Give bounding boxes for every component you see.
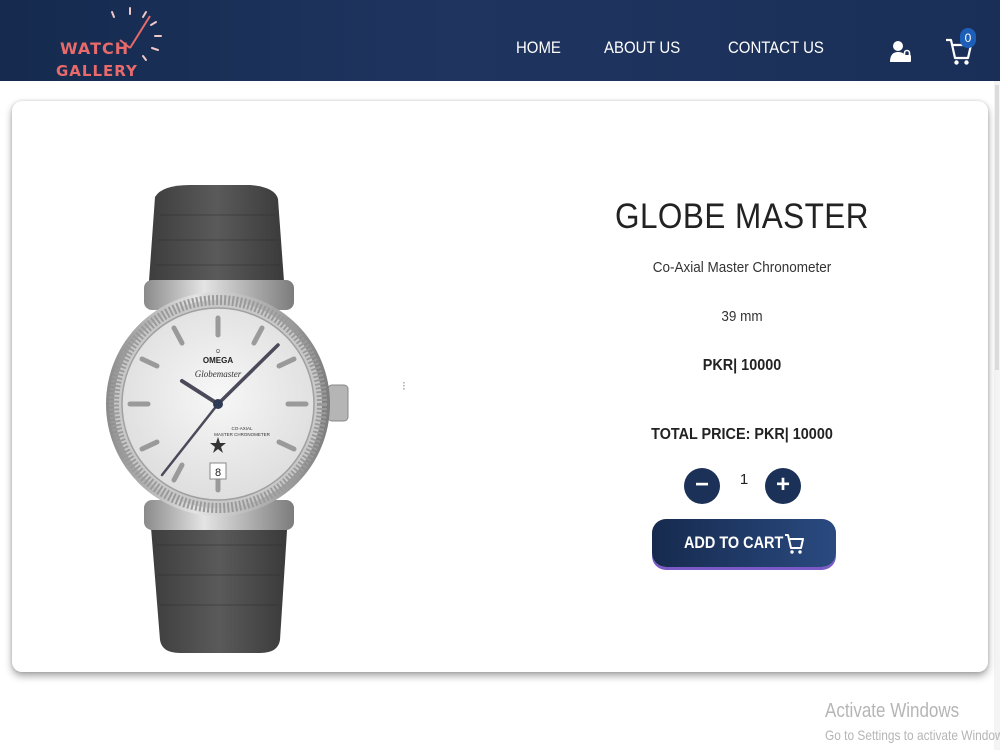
increase-quantity-button[interactable]: + (765, 468, 801, 504)
add-to-cart-button[interactable]: ADD TO CART (652, 519, 836, 567)
nav-home[interactable]: HOME (516, 38, 561, 58)
cart-icon (785, 534, 804, 554)
date-window-text: 8 (215, 467, 221, 479)
dial-brand: OMEGA (203, 356, 233, 365)
watermark-line2: Go to Settings to activate Windows. (825, 727, 1000, 743)
dial-line2: MASTER CHRONOMETER (214, 432, 271, 437)
activate-windows-watermark: Activate Windows Go to Settings to activ… (825, 700, 1000, 743)
dial-line1: CO-AXIAL (231, 426, 253, 431)
add-to-cart-label: ADD TO CART (684, 533, 784, 552)
dial-model: Globemaster (195, 369, 242, 379)
svg-text:Ω: Ω (216, 349, 220, 355)
image-divider-mark: ⁝ (402, 379, 406, 393)
logo-line1: WATCH (60, 39, 130, 58)
product-price: PKR| 10000 (702, 357, 782, 374)
user-lock-icon[interactable] (890, 40, 912, 64)
product-card: 8 Ω OMEGA Globemaster CO-AXIAL MASTER CH… (12, 101, 988, 672)
product-size: 39 mm (721, 308, 763, 325)
logo-line2: GALLERY (56, 62, 138, 80)
top-navbar: WATCH GALLERY HOME ABOUT US CONTACT US 0 (0, 0, 1000, 81)
nav-contact-us[interactable]: CONTACT US (728, 38, 824, 58)
quantity-value: 1 (739, 471, 749, 488)
watermark-line1: Activate Windows (825, 700, 960, 722)
product-title: GLOBE MASTER (615, 197, 869, 236)
total-price: TOTAL PRICE: PKR| 10000 (651, 426, 833, 443)
product-subtitle: Co-Axial Master Chronometer (652, 259, 832, 276)
decrease-quantity-button[interactable]: − (684, 468, 720, 504)
main-nav: HOME ABOUT US CONTACT US (516, 38, 837, 58)
product-watch-image: 8 Ω OMEGA Globemaster CO-AXIAL MASTER CH… (106, 185, 349, 653)
cart-count-badge: 0 (960, 28, 976, 48)
watch-gallery-logo[interactable]: WATCH GALLERY (48, 4, 188, 80)
nav-about-us[interactable]: ABOUT US (604, 38, 680, 58)
page-scrollbar-thumb[interactable] (995, 85, 999, 370)
